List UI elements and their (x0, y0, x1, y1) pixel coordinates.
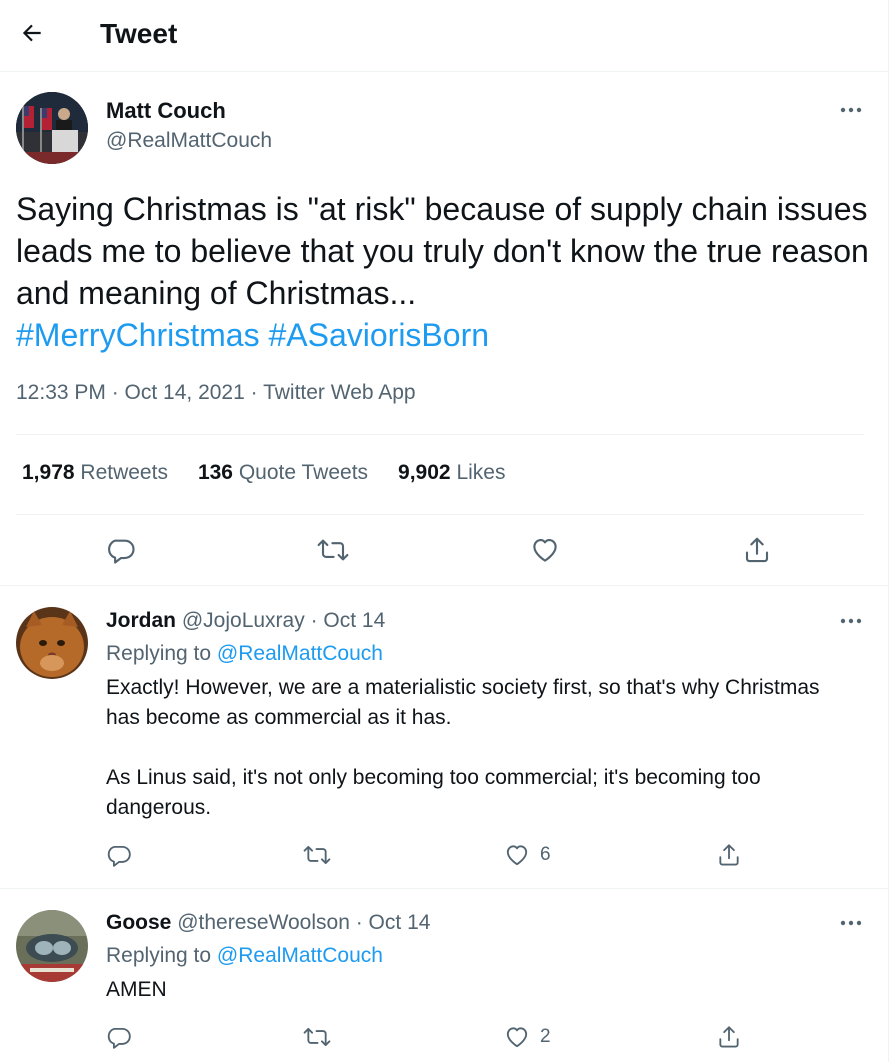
like-icon (533, 538, 557, 562)
share-button[interactable] (716, 1020, 742, 1054)
divider (16, 514, 864, 515)
more-icon (840, 920, 862, 926)
tweet-actions (0, 530, 888, 570)
tweet-body: Saying Christmas is "at risk" because of… (16, 191, 869, 311)
reply-actions: 2 (0, 1020, 888, 1054)
reply-item[interactable]: Goose @thereseWoolson · Oct 14 Replying … (0, 890, 888, 1062)
tweet-timestamp[interactable]: 12:33 PM · Oct 14, 2021 · Twitter Web Ap… (16, 380, 416, 406)
avatar-image (16, 92, 88, 164)
reply-paragraph: AMEN (106, 978, 167, 1001)
reply-icon (107, 845, 131, 867)
retweet-icon (303, 1027, 331, 1047)
reply-icon (108, 539, 135, 564)
back-arrow-icon (22, 24, 41, 42)
main-tweet: Matt Couch @RealMattCouch Saying Christm… (0, 72, 888, 586)
reply-text: Exactly! However, we are a materialistic… (106, 673, 846, 823)
avatar[interactable] (16, 607, 88, 679)
like-button[interactable]: 2 (504, 1020, 551, 1054)
avatar-image (16, 607, 88, 679)
avatar[interactable] (16, 92, 88, 164)
like-count: 6 (540, 844, 551, 865)
reply-icon (107, 1027, 131, 1049)
more-icon (840, 107, 862, 113)
retweets-label: Retweets (80, 461, 168, 484)
reply-item[interactable]: Jordan @JojoLuxray · Oct 14 Replying to … (0, 587, 888, 889)
replying-prefix: Replying to (106, 944, 212, 967)
more-button[interactable] (836, 100, 866, 120)
like-count: 2 (540, 1026, 551, 1047)
like-button[interactable]: 6 (504, 838, 551, 872)
reply-text: AMEN (106, 975, 846, 1005)
quotes-label: Quote Tweets (238, 461, 369, 484)
reply-author-handle[interactable]: @JojoLuxray (182, 609, 305, 632)
reply-paragraph: Exactly! However, we are a materialistic… (106, 676, 820, 729)
share-icon (719, 1026, 739, 1048)
retweet-button[interactable] (302, 838, 332, 872)
like-button[interactable] (525, 530, 565, 570)
quotes-count: 136 (197, 461, 233, 484)
reply-button[interactable] (106, 1020, 132, 1054)
share-button[interactable] (737, 530, 777, 570)
reply-author-name[interactable]: Goose (106, 911, 171, 934)
retweet-icon (317, 539, 349, 561)
like-icon (506, 845, 528, 866)
likes-count: 9,902 (398, 461, 451, 484)
avatar-image (16, 910, 88, 982)
hashtag-savior-born[interactable]: #ASaviorisBorn (268, 317, 489, 353)
reply-author-handle[interactable]: @thereseWoolson (177, 911, 350, 934)
more-icon (840, 618, 862, 624)
author-name[interactable]: Matt Couch (106, 98, 226, 124)
reply-button[interactable] (106, 838, 132, 872)
share-icon (745, 537, 769, 563)
tweet-stats: 1,978 Retweets 136 Quote Tweets 9,902 Li… (22, 460, 505, 486)
replying-to: Replying to @RealMattCouch (106, 943, 383, 969)
reply-paragraph: As Linus said, it's not only becoming to… (106, 766, 761, 819)
retweet-icon (303, 845, 331, 865)
back-button[interactable] (14, 15, 50, 51)
author-handle[interactable]: @RealMattCouch (106, 128, 272, 154)
replying-prefix: Replying to (106, 642, 212, 665)
likes-stat[interactable]: 9,902 Likes (398, 460, 505, 486)
likes-label: Likes (456, 461, 506, 484)
page-title: Tweet (100, 18, 178, 49)
share-icon (719, 844, 739, 866)
hashtag-merry-christmas[interactable]: #MerryChristmas (16, 317, 260, 353)
retweets-count: 1,978 (22, 461, 75, 484)
tweet-text: Saying Christmas is "at risk" because of… (16, 188, 876, 356)
reply-header: Jordan @JojoLuxray · Oct 14 (106, 608, 385, 634)
more-button[interactable] (836, 913, 866, 933)
avatar[interactable] (16, 910, 88, 982)
like-icon (506, 1027, 528, 1048)
replying-mention[interactable]: @RealMattCouch (217, 944, 383, 967)
share-button[interactable] (716, 838, 742, 872)
retweet-button[interactable] (313, 530, 353, 570)
reply-date[interactable]: · Oct 14 (356, 911, 431, 934)
retweet-button[interactable] (302, 1020, 332, 1054)
reply-header: Goose @thereseWoolson · Oct 14 (106, 910, 430, 936)
retweets-stat[interactable]: 1,978 Retweets (22, 460, 168, 486)
page-header: Tweet (0, 0, 888, 72)
reply-author-name[interactable]: Jordan (106, 609, 176, 632)
more-button[interactable] (836, 611, 866, 631)
replying-mention[interactable]: @RealMattCouch (217, 642, 383, 665)
reply-date[interactable]: · Oct 14 (311, 609, 386, 632)
quotes-stat[interactable]: 136 Quote Tweets (198, 460, 368, 486)
reply-actions: 6 (0, 838, 888, 872)
divider (16, 434, 864, 435)
replying-to: Replying to @RealMattCouch (106, 641, 383, 667)
reply-button[interactable] (101, 530, 141, 570)
column-border (888, 0, 889, 1062)
